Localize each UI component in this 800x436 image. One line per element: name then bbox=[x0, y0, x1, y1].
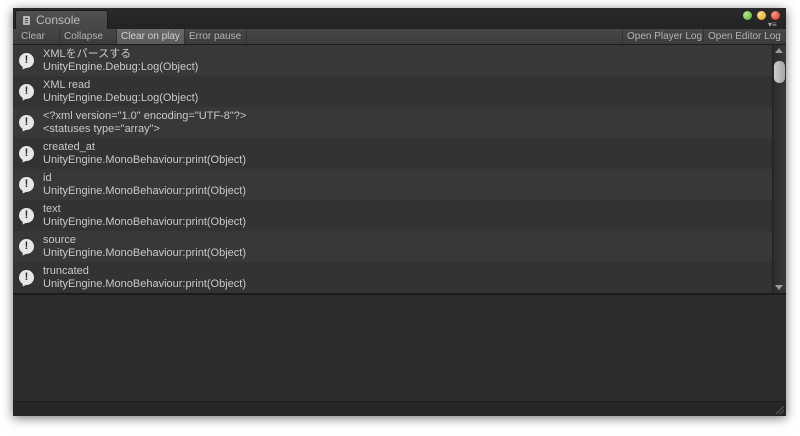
log-stack-trace: UnityEngine.MonoBehaviour:print(Object) bbox=[43, 185, 246, 197]
title-bar: Console ▾≡ bbox=[13, 8, 786, 29]
console-tab-icon bbox=[23, 15, 30, 25]
log-entry[interactable]: ! text UnityEngine.MonoBehaviour:print(O… bbox=[13, 200, 772, 231]
info-message-icon: ! bbox=[19, 177, 34, 192]
open-editor-log-button[interactable]: Open Editor Log bbox=[704, 29, 786, 44]
clear-on-play-button[interactable]: Clear on play bbox=[117, 29, 185, 44]
info-message-icon: ! bbox=[19, 270, 34, 285]
status-bar bbox=[13, 401, 786, 416]
red-window-button-icon[interactable] bbox=[771, 11, 780, 20]
log-message: id bbox=[43, 172, 52, 184]
log-stack-trace: UnityEngine.MonoBehaviour:print(Object) bbox=[43, 278, 246, 290]
log-entry[interactable]: ! created_at UnityEngine.MonoBehaviour:p… bbox=[13, 138, 772, 169]
log-stack-trace: UnityEngine.MonoBehaviour:print(Object) bbox=[43, 216, 246, 228]
log-stack-trace: UnityEngine.MonoBehaviour:print(Object) bbox=[43, 154, 246, 166]
log-list[interactable]: ! XMLをパースする UnityEngine.Debug:Log(Object… bbox=[13, 45, 772, 293]
log-message: truncated bbox=[43, 265, 89, 277]
message-detail-pane[interactable] bbox=[13, 295, 786, 401]
green-window-button-icon[interactable] bbox=[743, 11, 752, 20]
log-entry[interactable]: ! XML read UnityEngine.Debug:Log(Object) bbox=[13, 76, 772, 107]
log-message: XMLをパースする bbox=[43, 48, 132, 60]
error-pause-button[interactable]: Error pause bbox=[185, 29, 247, 44]
resize-grip-icon[interactable] bbox=[776, 406, 784, 414]
collapse-button[interactable]: Collapse bbox=[60, 29, 117, 44]
log-stack-trace: UnityEngine.Debug:Log(Object) bbox=[43, 61, 199, 73]
log-message: text bbox=[43, 203, 61, 215]
info-message-icon: ! bbox=[19, 239, 34, 254]
tab-label: Console bbox=[36, 13, 81, 27]
scrollbar-thumb[interactable] bbox=[774, 61, 785, 83]
log-entry[interactable]: ! source UnityEngine.MonoBehaviour:print… bbox=[13, 231, 772, 262]
log-message: source bbox=[43, 234, 77, 246]
console-toolbar: Clear Collapse Clear on play Error pause… bbox=[13, 29, 786, 45]
open-player-log-button[interactable]: Open Player Log bbox=[622, 29, 704, 44]
vertical-scrollbar[interactable] bbox=[772, 45, 786, 293]
dropdown-menu-icon[interactable]: ▾≡ bbox=[768, 21, 777, 29]
log-entry[interactable]: ! id UnityEngine.MonoBehaviour:print(Obj… bbox=[13, 169, 772, 200]
log-stack-trace: UnityEngine.Debug:Log(Object) bbox=[43, 92, 199, 104]
yellow-window-button-icon[interactable] bbox=[757, 11, 766, 20]
log-entry[interactable]: ! truncated UnityEngine.MonoBehaviour:pr… bbox=[13, 262, 772, 293]
tab-console[interactable]: Console bbox=[15, 10, 108, 29]
log-entry[interactable]: ! <?xml version="1.0" encoding="UTF-8"?>… bbox=[13, 107, 772, 138]
log-stack-trace: <statuses type="array"> bbox=[43, 123, 160, 135]
log-message: <?xml version="1.0" encoding="UTF-8"?> bbox=[43, 110, 247, 122]
info-message-icon: ! bbox=[19, 53, 34, 68]
scroll-up-arrow-icon[interactable] bbox=[775, 48, 783, 53]
info-message-icon: ! bbox=[19, 146, 34, 161]
console-window: Console ▾≡ Clear Collapse Clear on play … bbox=[13, 8, 786, 416]
info-message-icon: ! bbox=[19, 115, 34, 130]
clear-button[interactable]: Clear bbox=[17, 29, 60, 44]
log-message: XML read bbox=[43, 79, 91, 91]
log-message: created_at bbox=[43, 141, 95, 153]
scroll-down-arrow-icon[interactable] bbox=[775, 285, 783, 290]
info-message-icon: ! bbox=[19, 84, 34, 99]
info-message-icon: ! bbox=[19, 208, 34, 223]
log-stack-trace: UnityEngine.MonoBehaviour:print(Object) bbox=[43, 247, 246, 259]
log-entry[interactable]: ! XMLをパースする UnityEngine.Debug:Log(Object… bbox=[13, 45, 772, 76]
